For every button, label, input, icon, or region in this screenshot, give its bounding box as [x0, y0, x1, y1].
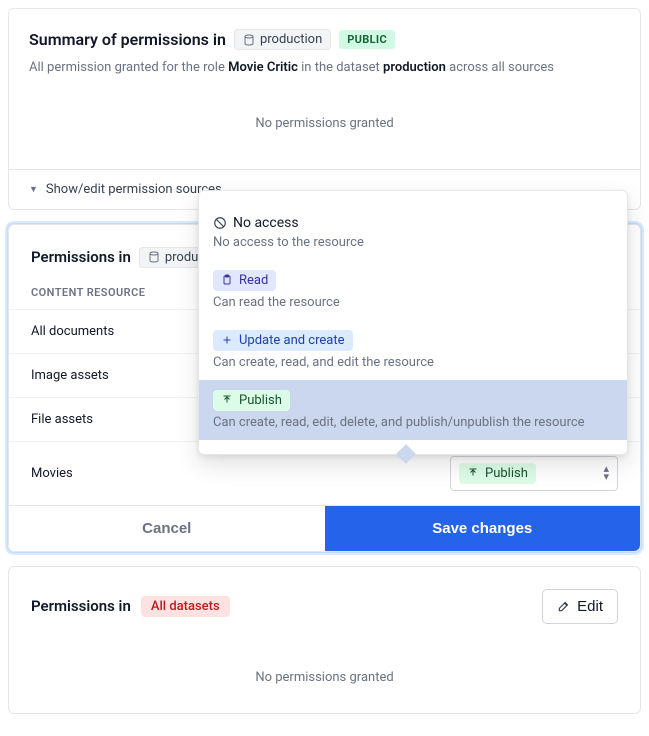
- all-datasets-badge: All datasets: [141, 596, 230, 617]
- resource-label: Image assets: [31, 368, 109, 383]
- permissions-title: Permissions in: [31, 248, 131, 266]
- resource-label: All documents: [31, 324, 114, 339]
- dataset-chip: production: [234, 29, 331, 50]
- option-read[interactable]: Read Can read the resource: [199, 260, 627, 320]
- summary-panel: Summary of permissions in production PUB…: [8, 8, 641, 210]
- actions-row: Cancel Save changes: [9, 505, 640, 551]
- resource-label: File assets: [31, 412, 93, 427]
- pencil-icon: [557, 599, 571, 613]
- publish-icon: [221, 394, 233, 406]
- plus-icon: [221, 334, 233, 346]
- cancel-button[interactable]: Cancel: [9, 506, 325, 551]
- ban-icon: [213, 216, 227, 230]
- public-badge: PUBLIC: [339, 30, 395, 49]
- resource-label: Movies: [31, 466, 73, 481]
- permission-dropdown: No access No access to the resource Read…: [198, 190, 628, 455]
- chevron-down-icon: ▼: [29, 184, 38, 195]
- clipboard-icon: [221, 274, 233, 286]
- permissions-global-panel: Permissions in All datasets Edit No perm…: [8, 566, 641, 714]
- save-button[interactable]: Save changes: [325, 506, 641, 551]
- summary-subtext: All permission granted for the role Movi…: [29, 58, 620, 78]
- option-update[interactable]: Update and create Can create, read, and …: [199, 320, 627, 380]
- option-noaccess[interactable]: No access No access to the resource: [199, 205, 627, 260]
- summary-title: Summary of permissions in: [29, 30, 226, 49]
- database-icon: [148, 251, 160, 263]
- publish-icon: [467, 467, 479, 479]
- global-empty: No permissions granted: [9, 632, 640, 713]
- edit-button[interactable]: Edit: [542, 589, 618, 624]
- option-publish[interactable]: Publish Can create, read, edit, delete, …: [199, 380, 627, 440]
- summary-empty: No permissions granted: [29, 78, 620, 159]
- permissions-edit-panel: Permissions in production CONTENT RESOUR…: [8, 224, 641, 552]
- chevron-updown-icon: ▴▾: [603, 465, 609, 481]
- permission-select[interactable]: Publish ▴▾: [450, 456, 618, 491]
- database-icon: [243, 34, 255, 46]
- permissions-title: Permissions in: [31, 597, 131, 615]
